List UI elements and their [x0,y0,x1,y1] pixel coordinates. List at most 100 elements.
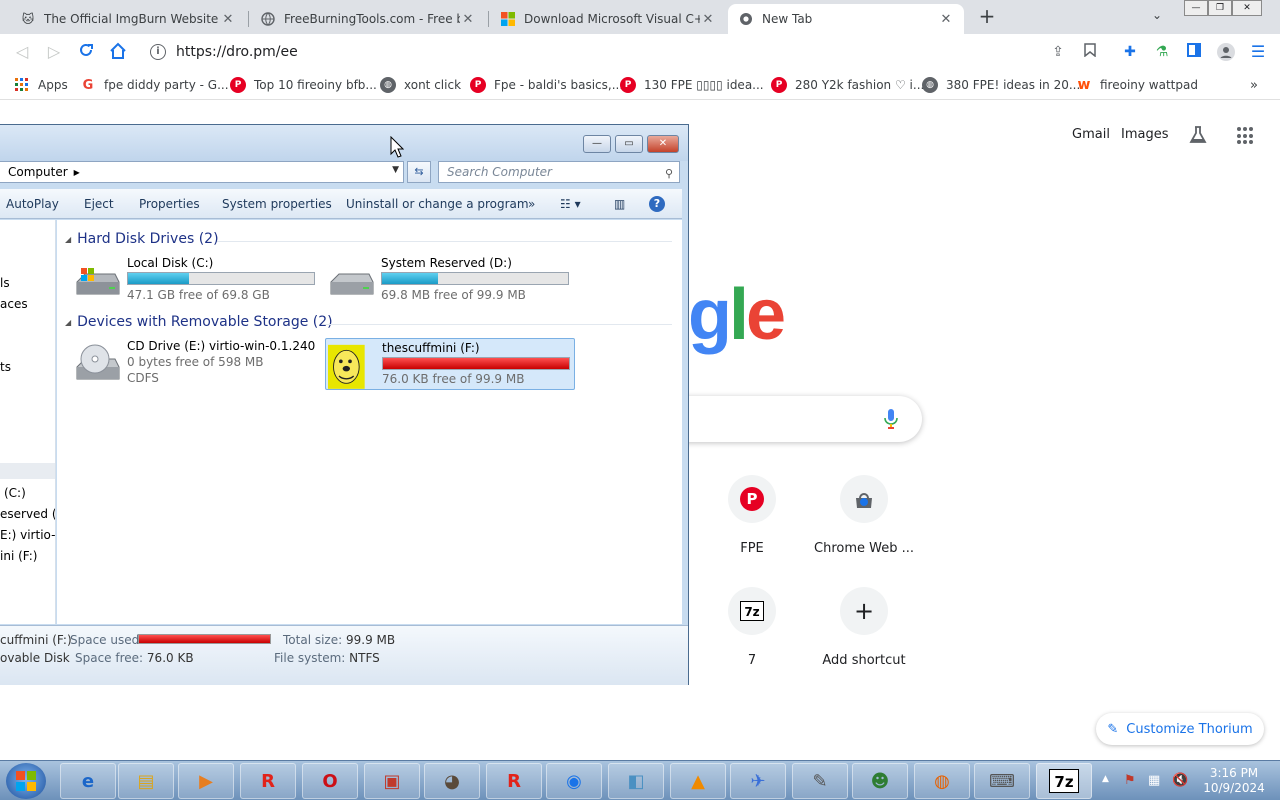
shortcut-chrome-web-store[interactable]: Chrome Web ... [808,475,920,556]
autoplay-button[interactable]: AutoPlay [6,197,59,211]
nav-item-f-drive[interactable]: ini (F:) [0,549,37,563]
close-window-button[interactable]: ✕ [1232,0,1262,16]
images-link[interactable]: Images [1121,127,1169,142]
more-commands-chevron-icon[interactable]: » [528,197,535,211]
properties-button[interactable]: Properties [139,197,200,211]
explorer-search-input[interactable]: Search Computer ⚲ [438,161,680,183]
app-icon[interactable]: ◧ [608,763,664,799]
nav-item-e-drive[interactable]: E:) virtio-v [0,528,55,542]
extension-icon[interactable]: ⚗ [1152,43,1172,63]
system-properties-button[interactable]: System properties [222,197,332,211]
drive-cd-e[interactable]: CD Drive (E:) virtio-win-0.1.240 0 bytes… [73,339,323,391]
close-icon[interactable]: ✕ [460,12,476,27]
nav-item[interactable]: ls [0,276,10,290]
thorium-browser-icon[interactable]: ◉ [546,763,602,799]
voice-search-mic-icon[interactable] [884,408,898,430]
bookmarks-overflow-chevron-icon[interactable]: » [1250,76,1258,94]
help-icon[interactable]: ? [649,196,665,212]
close-icon[interactable]: ✕ [220,12,236,27]
media-player-icon[interactable]: ▶ [178,763,234,799]
profile-avatar-icon[interactable] [1216,43,1236,63]
site-info-icon[interactable]: i [150,44,166,60]
firefox-icon[interactable]: ◍ [914,763,970,799]
shortcut-fpe[interactable]: P FPE [696,475,808,556]
nav-item[interactable]: ts [0,360,11,374]
show-hidden-icons-chevron-icon[interactable]: ▲ [1102,774,1109,784]
explorer-title-bar[interactable]: — ▭ ✕ [0,125,688,161]
bookmark-fireoiny-wattpad[interactable]: w fireoiny wattpad [1076,76,1198,94]
side-panel-icon[interactable] [1184,43,1204,63]
customize-button[interactable]: ✎ Customize Thorium [1096,713,1264,745]
close-icon[interactable]: ✕ [700,12,716,27]
forward-button[interactable]: ▷ [44,42,64,62]
labs-flask-icon[interactable] [1188,125,1208,149]
close-icon[interactable]: ✕ [938,12,954,27]
new-tab-button[interactable]: + [976,6,998,28]
nav-selected-computer[interactable] [0,463,55,479]
roblox-icon[interactable]: R [240,763,296,799]
reload-button[interactable] [76,42,96,62]
explorer-maximize-button[interactable]: ▭ [615,135,643,153]
back-button[interactable]: ◁ [12,42,32,62]
drive-thescuffmini-f[interactable]: thescuffmini (F:) 76.0 KB free of 99.9 M… [325,338,575,390]
computer-icon[interactable]: ⌨ [974,763,1030,799]
share-icon[interactable]: ⇪ [1048,43,1068,63]
bird-app-icon[interactable]: ✈ [730,763,786,799]
drive-local-disk-c[interactable]: Local Disk (C:) 47.1 GB free of 69.8 GB [73,256,323,308]
vlc-icon[interactable]: ▲ [670,763,726,799]
drive-system-reserved-d[interactable]: System Reserved (D:) 69.8 MB free of 99.… [327,256,577,308]
roblox-studio-icon[interactable]: R [486,763,542,799]
7zip-taskbar-icon[interactable]: 7z [1036,763,1092,799]
users-icon[interactable]: ☻ [852,763,908,799]
group-header-removable[interactable]: ◢ Devices with Removable Storage (2) [65,314,333,330]
home-button[interactable] [108,42,128,62]
minimize-button[interactable]: — [1184,0,1208,16]
address-dropdown-icon[interactable]: ▼ [392,165,399,175]
file-explorer-icon[interactable]: ▤ [118,763,174,799]
bookmark-top-10-fireoiny[interactable]: P Top 10 fireoiny bfb... [230,76,377,94]
breadcrumb-arrow-icon[interactable]: ▶ [74,168,80,177]
group-header-hard-disks[interactable]: ◢ Hard Disk Drives (2) [65,231,219,247]
uninstall-program-button[interactable]: Uninstall or change a program [346,197,529,211]
shortcut-add[interactable]: + Add shortcut [808,587,920,668]
nav-item-c-drive[interactable]: (C:) [4,486,26,500]
preview-pane-icon[interactable]: ▥ [614,197,625,211]
internet-explorer-icon[interactable]: e [60,763,116,799]
google-apps-icon[interactable] [1237,127,1255,145]
start-button[interactable] [6,763,46,799]
ntp-search-box[interactable] [660,396,922,442]
taskbar-clock[interactable]: 3:16 PM 10/9/2024 [1192,766,1276,796]
eject-button[interactable]: Eject [84,197,114,211]
restore-button[interactable]: ❐ [1208,0,1232,16]
opera-icon[interactable]: O [302,763,358,799]
bookmark-380-fpe-ideas[interactable]: ◍ 380 FPE! ideas in 20... [922,76,1080,94]
network-icon[interactable]: ▦ [1148,773,1160,788]
tab-freeburningtools[interactable]: FreeBurningTools.com - Free bur ✕ [250,4,486,34]
gimp-icon[interactable]: ◕ [424,763,480,799]
explorer-minimize-button[interactable]: — [583,135,611,153]
bookmark-xont-click[interactable]: ◍ xont click [380,76,461,94]
bookmark-fpe-baldis-basics[interactable]: P Fpe - baldi's basics,... [470,76,623,94]
bookmark-fpe-diddy-party[interactable]: G fpe diddy party - G... [80,76,229,94]
bookmark-280-y2k-fashion[interactable]: P 280 Y2k fashion ♡ i... [771,76,924,94]
collapse-triangle-icon[interactable]: ◢ [65,318,71,327]
breadcrumb-computer[interactable]: Computer [8,165,68,179]
gmail-link[interactable]: Gmail [1072,127,1110,142]
explorer-address-bar[interactable]: Computer ▶ ▼ [0,161,404,183]
shortcut-7zip[interactable]: 7z 7 [696,587,808,668]
bookmark-apps[interactable]: Apps [14,76,68,94]
burn-tool-icon[interactable]: ✎ [792,763,848,799]
tab-search-chevron-icon[interactable]: ⌄ [1152,8,1162,22]
explorer-close-button[interactable]: ✕ [647,135,679,153]
change-view-icon[interactable]: ☷ ▾ [560,197,581,211]
nav-item[interactable]: aces [0,297,28,311]
collapse-triangle-icon[interactable]: ◢ [65,235,71,244]
address-bar[interactable]: i https://dro.pm/ee [140,38,1080,66]
tab-new-tab[interactable]: New Tab ✕ [728,4,964,34]
tab-visual-cpp[interactable]: Download Microsoft Visual C++ ✕ [490,4,726,34]
bookmark-star-icon[interactable] [1080,43,1100,63]
nav-item-d-drive[interactable]: eserved (D: [0,507,55,521]
action-center-icon[interactable]: ⚑ [1124,773,1136,788]
volume-muted-icon[interactable]: 🔇 [1172,773,1188,788]
explorer-refresh-button[interactable]: ⇆ [407,161,431,183]
